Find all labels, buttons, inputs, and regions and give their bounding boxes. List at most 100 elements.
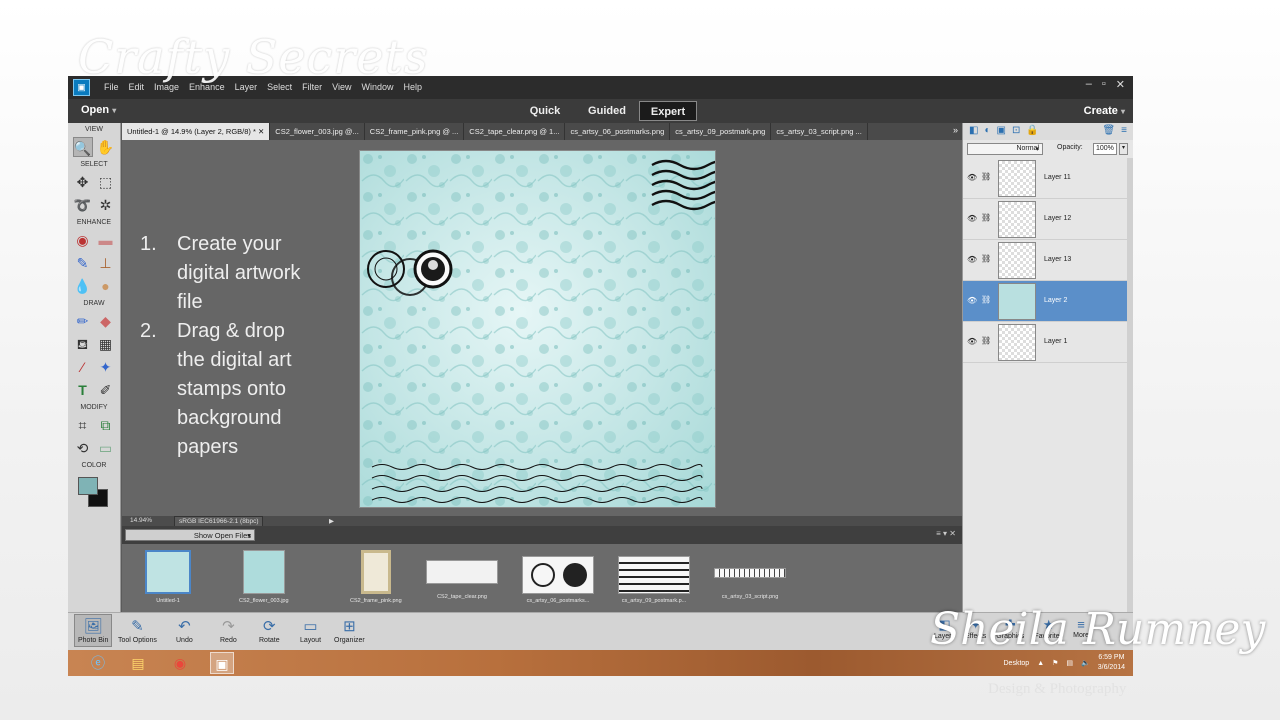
- bin-menu-icon[interactable]: ≡ ▾ ✕: [936, 529, 956, 538]
- close-button[interactable]: ✕: [1116, 78, 1125, 91]
- flag-icon[interactable]: ⚑: [1052, 659, 1058, 667]
- layer-row[interactable]: 👁 ⛓ Layer 13: [963, 240, 1133, 281]
- zoom-level[interactable]: 14.94%: [130, 517, 152, 524]
- eye-icon[interactable]: 👁: [967, 214, 977, 223]
- network-icon[interactable]: ▤: [1066, 659, 1073, 667]
- foreground-color-swatch[interactable]: [78, 477, 98, 495]
- recompose-tool-icon[interactable]: ⧉: [96, 415, 116, 435]
- layer-row[interactable]: 👁 ⛓ Layer 1: [963, 322, 1133, 363]
- brush-tool-icon[interactable]: ✏: [73, 311, 93, 331]
- bin-thumb-flower[interactable]: CS2_flower_003.jpg: [239, 550, 289, 604]
- taskbar-clock[interactable]: 6:59 PM 3/6/2014: [1098, 653, 1125, 673]
- eye-icon[interactable]: 👁: [967, 296, 977, 305]
- adjustment-layer-icon[interactable]: ◐: [984, 125, 990, 138]
- layer-row-selected[interactable]: 👁 ⛓ Layer 2: [963, 281, 1133, 322]
- mode-bar: Open ▾ Quick Guided Expert Create ▾: [68, 99, 1133, 123]
- link-icon[interactable]: ⛓: [981, 213, 991, 222]
- eye-icon[interactable]: 👁: [967, 255, 977, 264]
- eye-icon[interactable]: 👁: [967, 173, 977, 182]
- bin-thumb-untitled[interactable]: Untitled-1: [145, 550, 191, 604]
- bin-thumb-postmarks[interactable]: cs_artsy_06_postmarks...: [522, 550, 594, 604]
- straighten-tool-icon[interactable]: ▭: [96, 438, 116, 458]
- gradient-tool-icon[interactable]: ▦: [96, 334, 116, 354]
- opacity-input[interactable]: 100%: [1093, 143, 1117, 155]
- link-icon[interactable]: ⛓: [981, 172, 991, 181]
- panel-scrollbar[interactable]: [1127, 158, 1133, 612]
- document-canvas[interactable]: [359, 150, 716, 508]
- internet-explorer-icon[interactable]: ⓔ: [86, 652, 110, 674]
- desktop-label[interactable]: Desktop: [1004, 660, 1030, 667]
- tab-expert[interactable]: Expert: [639, 101, 697, 121]
- hand-tool-icon[interactable]: ✋: [96, 137, 116, 157]
- bin-thumb-postmark[interactable]: cs_artsy_09_postmark.p...: [618, 550, 690, 604]
- blend-mode-dropdown[interactable]: Normal ▾: [967, 143, 1043, 155]
- lock-transparency-icon[interactable]: ⊡: [1012, 125, 1020, 138]
- custom-shape-icon[interactable]: ✦: [96, 357, 116, 377]
- layer-row[interactable]: 👁 ⛓ Layer 11: [963, 158, 1133, 199]
- eyedropper-icon[interactable]: ⁄: [73, 357, 93, 377]
- layer-row[interactable]: 👁 ⛓ Layer 12: [963, 199, 1133, 240]
- move-tool-icon[interactable]: ✥: [73, 172, 93, 192]
- crop-tool-icon[interactable]: ⌗: [73, 415, 93, 435]
- trash-icon[interactable]: 🗑: [1102, 125, 1115, 138]
- layout-button[interactable]: ▭ Layout: [300, 617, 321, 644]
- chrome-icon[interactable]: ◉: [168, 652, 192, 674]
- smart-brush-icon[interactable]: ✎: [73, 253, 93, 273]
- panel-menu-icon[interactable]: ≡: [1121, 125, 1127, 138]
- content-aware-move-icon[interactable]: ⟲: [73, 438, 93, 458]
- thumb-image: [426, 560, 498, 584]
- show-open-files-dropdown[interactable]: Show Open Files ▾: [125, 529, 255, 541]
- lasso-tool-icon[interactable]: ➰: [73, 195, 93, 215]
- link-icon[interactable]: ⛓: [981, 254, 991, 263]
- minimize-button[interactable]: –: [1086, 78, 1092, 91]
- healing-brush-icon[interactable]: ▬: [96, 230, 116, 250]
- tab-guided[interactable]: Guided: [577, 101, 637, 121]
- rotate-button[interactable]: ⟳ Rotate: [259, 617, 280, 644]
- doc-tab-flower[interactable]: CS2_flower_003.jpg @...: [270, 123, 365, 140]
- magic-wand-icon[interactable]: ✲: [96, 195, 116, 215]
- opacity-dropdown-icon[interactable]: ▾: [1119, 143, 1128, 155]
- file-explorer-icon[interactable]: ▤: [126, 652, 150, 674]
- undo-button[interactable]: ↶ Undo: [176, 617, 193, 644]
- organizer-button[interactable]: ⊞ Organizer: [334, 617, 365, 644]
- more-tabs-icon[interactable]: »: [953, 125, 958, 135]
- photo-bin-button[interactable]: 🖼 Photo Bin: [74, 614, 113, 647]
- marquee-tool-icon[interactable]: ⬚: [96, 172, 116, 192]
- bin-thumb-tape-clear[interactable]: CS2_tape_clear.png: [426, 550, 498, 600]
- layer-mask-icon[interactable]: ▣: [997, 125, 1006, 138]
- volume-icon[interactable]: 🔈: [1081, 659, 1090, 667]
- clone-stamp-icon[interactable]: ⊥: [96, 253, 116, 273]
- tray-arrow-icon[interactable]: ▲: [1037, 660, 1044, 667]
- doc-tab-tape-clear[interactable]: CS2_tape_clear.png @ 1...: [464, 123, 566, 140]
- paint-bucket-icon[interactable]: ⛾: [73, 334, 93, 354]
- restore-button[interactable]: ▫: [1102, 78, 1106, 91]
- bin-thumb-frame-pink[interactable]: CS2_frame_pink.png: [350, 550, 402, 604]
- doc-tab-postmark[interactable]: cs_artsy_09_postmark.png: [670, 123, 772, 140]
- new-layer-icon[interactable]: ◧: [969, 125, 978, 138]
- open-button[interactable]: Open ▾: [81, 104, 116, 116]
- red-eye-tool-icon[interactable]: ◉: [73, 230, 93, 250]
- pencil-tool-icon[interactable]: ✐: [96, 380, 116, 400]
- create-button[interactable]: Create ▾: [1084, 105, 1125, 117]
- eraser-tool-icon[interactable]: ◆: [96, 311, 116, 331]
- doc-tab-postmarks[interactable]: cs_artsy_06_postmarks.png: [565, 123, 671, 140]
- tab-quick[interactable]: Quick: [515, 101, 575, 121]
- sponge-tool-icon[interactable]: ●: [96, 276, 116, 296]
- doc-tab-untitled-1[interactable]: Untitled-1 @ 14.9% (Layer 2, RGB/8) * ✕: [122, 123, 271, 140]
- type-tool-icon[interactable]: T: [73, 380, 93, 400]
- link-icon[interactable]: ⛓: [981, 336, 991, 345]
- status-arrow-icon[interactable]: ▶: [329, 517, 334, 525]
- tool-options-button[interactable]: ✎ Tool Options: [118, 617, 157, 644]
- lock-layer-icon[interactable]: 🔒: [1026, 125, 1038, 138]
- doc-tab-script[interactable]: cs_artsy_03_script.png ...: [771, 123, 868, 140]
- redo-button[interactable]: ↷ Redo: [220, 617, 237, 644]
- bin-thumb-script[interactable]: cs_artsy_03_script.png: [714, 550, 786, 600]
- blur-tool-icon[interactable]: 💧: [73, 276, 93, 296]
- link-icon[interactable]: ⛓: [981, 295, 991, 304]
- zoom-tool-icon[interactable]: 🔍: [72, 136, 93, 157]
- doc-tab-frame-pink[interactable]: CS2_frame_pink.png @ ...: [365, 123, 465, 140]
- thumb-image: [618, 556, 690, 594]
- photoshop-elements-taskbar-icon[interactable]: ▣: [210, 652, 234, 674]
- blend-row: Normal ▾ Opacity: 100% ▾: [963, 140, 1133, 158]
- eye-icon[interactable]: 👁: [967, 337, 977, 346]
